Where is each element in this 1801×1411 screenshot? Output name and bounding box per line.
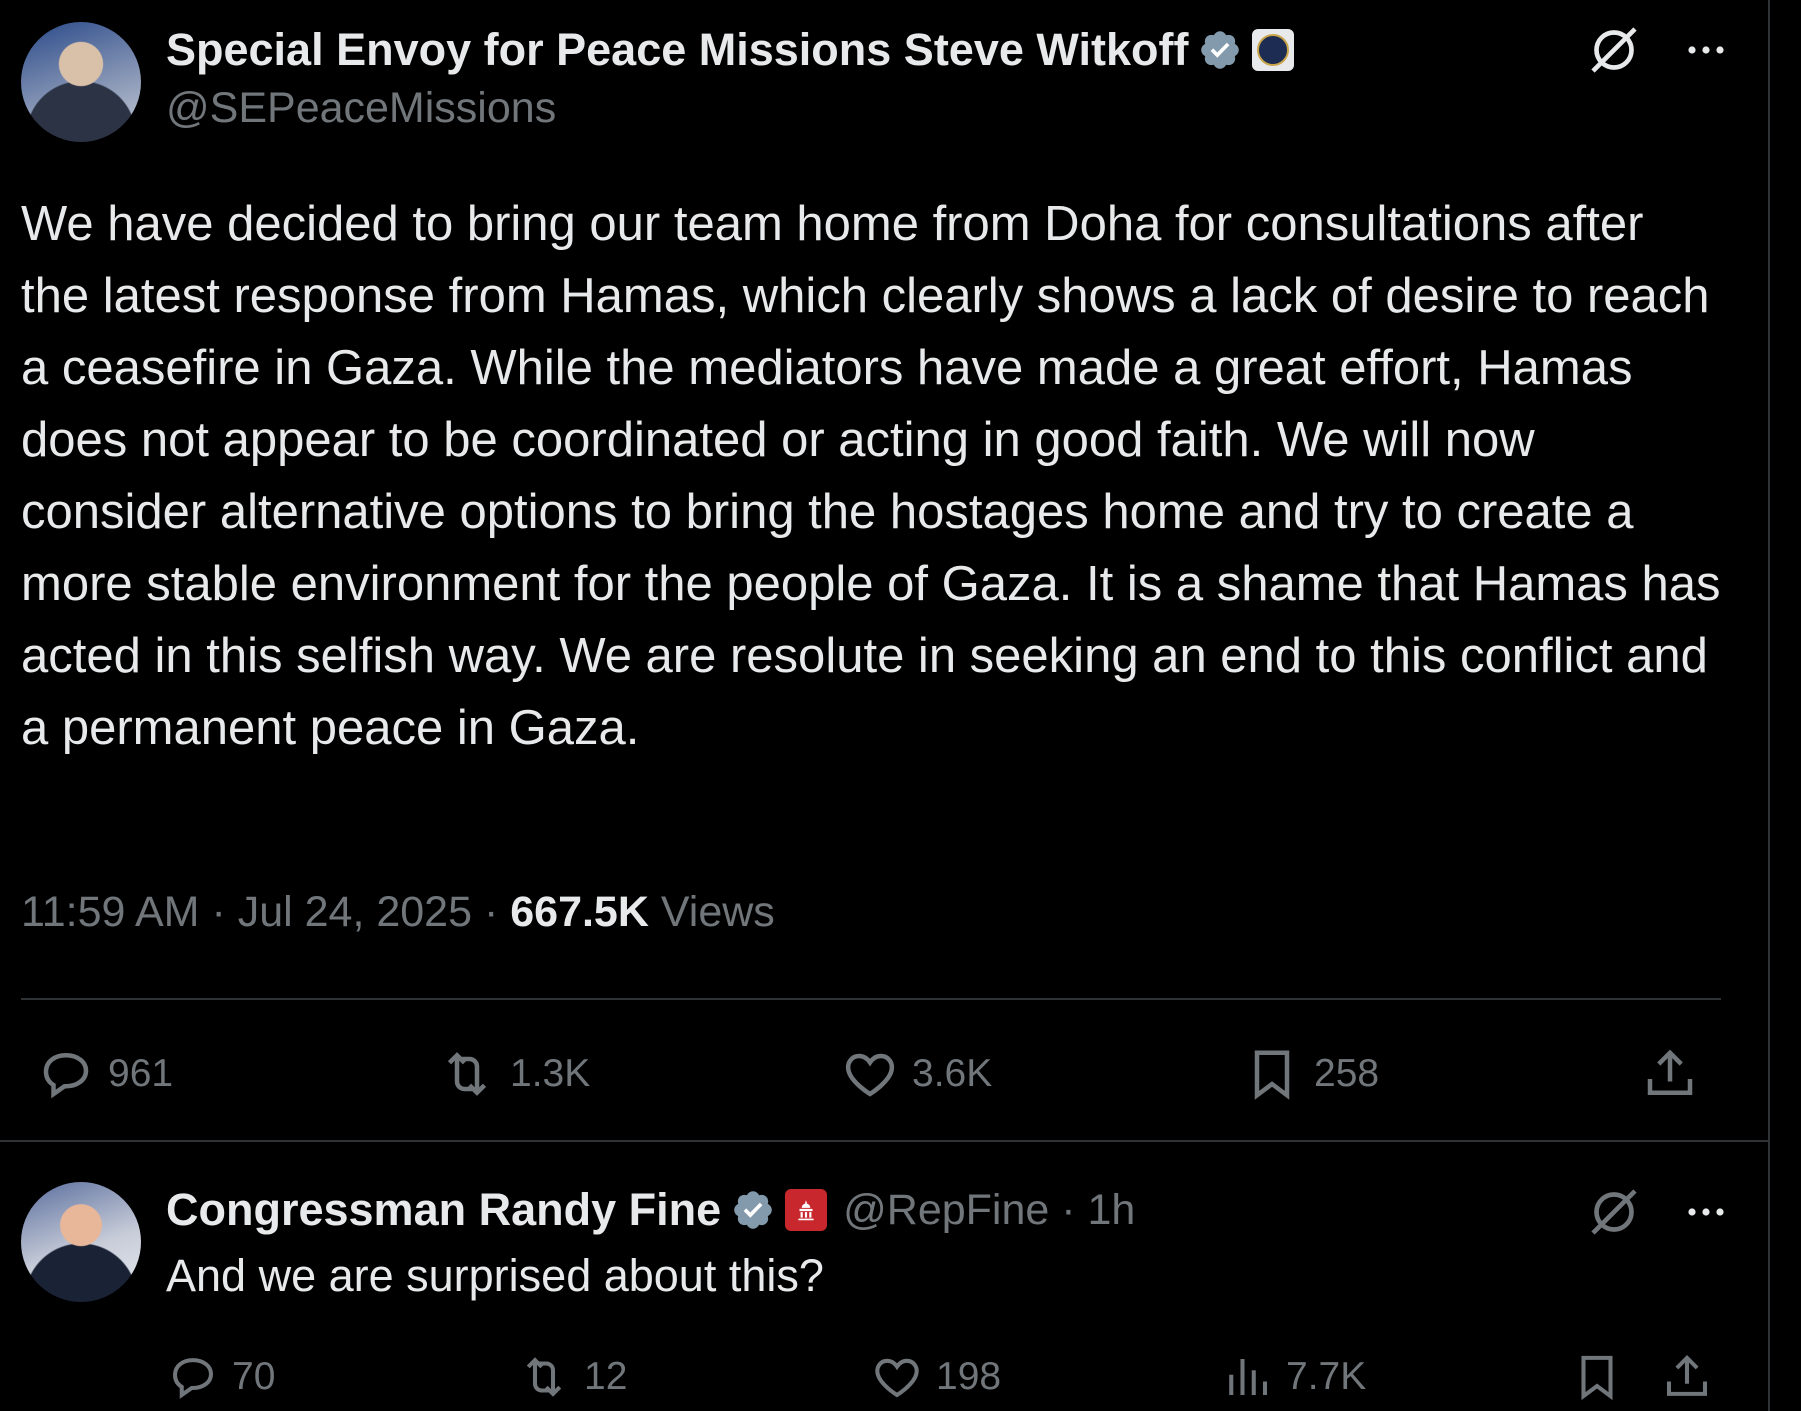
- reply-icon: [166, 1350, 220, 1404]
- tweet-date[interactable]: Jul 24, 2025: [238, 888, 472, 936]
- author-row: Congressman Randy Fine @RepFine · 1h: [166, 1178, 1135, 1242]
- grok-icon[interactable]: [1586, 1184, 1642, 1245]
- tweet-text: We have decided to bring our team home f…: [21, 197, 1721, 755]
- repost-count: 12: [584, 1355, 628, 1398]
- tweet-meta: 11:59 AM · Jul 24, 2025 · 667.5K Views: [21, 888, 775, 937]
- views-button[interactable]: 7.7K: [1220, 1350, 1366, 1404]
- tweet-text: And we are surprised about this?: [166, 1250, 824, 1301]
- tweet-header-actions: [1586, 1184, 1730, 1245]
- views-icon: [1220, 1350, 1274, 1404]
- bookmark-count: 258: [1314, 1052, 1380, 1095]
- share-icon: [1640, 1044, 1700, 1104]
- views-label: Views: [660, 888, 775, 936]
- like-button[interactable]: 3.6K: [840, 1044, 992, 1104]
- divider: [0, 1140, 1768, 1142]
- repost-count: 1.3K: [510, 1052, 591, 1095]
- tweet-header-actions: [1586, 22, 1730, 83]
- more-icon[interactable]: [1682, 1188, 1730, 1241]
- like-count: 3.6K: [912, 1052, 993, 1095]
- repost-button[interactable]: 1.3K: [436, 1044, 590, 1104]
- display-name[interactable]: Congressman Randy Fine: [166, 1184, 721, 1236]
- views-count: 7.7K: [1286, 1355, 1367, 1398]
- column-border: [1768, 0, 1770, 1411]
- repost-button[interactable]: 12: [516, 1350, 627, 1404]
- share-icon: [1660, 1350, 1714, 1404]
- meta-separator: ·: [472, 888, 511, 936]
- capitol-badge-icon[interactable]: [785, 1189, 828, 1231]
- grok-icon[interactable]: [1586, 22, 1642, 83]
- bookmark-icon: [1242, 1044, 1302, 1104]
- verified-icon[interactable]: [1198, 28, 1242, 72]
- bookmark-button[interactable]: [1570, 1350, 1624, 1404]
- repost-icon: [436, 1044, 498, 1104]
- author-row: Special Envoy for Peace Missions Steve W…: [166, 18, 1295, 82]
- reply-button[interactable]: 961: [36, 1044, 173, 1104]
- bookmark-icon: [1570, 1350, 1624, 1404]
- display-name[interactable]: Special Envoy for Peace Missions Steve W…: [166, 24, 1188, 76]
- repost-icon: [516, 1350, 572, 1404]
- divider: [21, 998, 1721, 1000]
- avatar[interactable]: [21, 1182, 141, 1302]
- reply-count: 961: [108, 1052, 174, 1095]
- avatar[interactable]: [21, 22, 141, 142]
- bookmark-button[interactable]: 258: [1242, 1044, 1379, 1104]
- more-icon[interactable]: [1682, 26, 1730, 79]
- share-button[interactable]: [1660, 1350, 1714, 1404]
- reply-button[interactable]: 70: [166, 1350, 275, 1404]
- reply-count: 70: [232, 1355, 276, 1398]
- like-icon: [840, 1044, 900, 1104]
- handle-time[interactable]: @RepFine · 1h: [843, 1186, 1135, 1235]
- meta-separator: ·: [199, 888, 238, 936]
- verified-icon[interactable]: [731, 1188, 775, 1232]
- reply-icon: [36, 1044, 96, 1104]
- like-button[interactable]: 198: [870, 1350, 1001, 1404]
- like-icon: [870, 1350, 924, 1404]
- handle[interactable]: @SEPeaceMissions: [166, 84, 556, 133]
- tweet-time[interactable]: 11:59 AM: [21, 888, 200, 936]
- share-button[interactable]: [1640, 1044, 1700, 1104]
- views-count: 667.5K: [510, 888, 649, 936]
- like-count: 198: [936, 1355, 1002, 1398]
- affiliation-seal-icon[interactable]: [1252, 29, 1295, 71]
